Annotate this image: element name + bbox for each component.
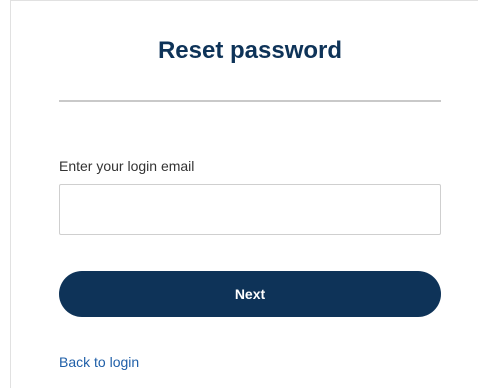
email-label: Enter your login email xyxy=(59,158,195,174)
back-to-login-link[interactable]: Back to login xyxy=(59,353,139,371)
title-divider xyxy=(59,100,441,102)
reset-password-panel: Reset password Enter your login email Ne… xyxy=(10,0,478,388)
next-button[interactable]: Next xyxy=(59,271,441,317)
email-input[interactable] xyxy=(59,184,441,235)
page-title: Reset password xyxy=(157,37,343,64)
